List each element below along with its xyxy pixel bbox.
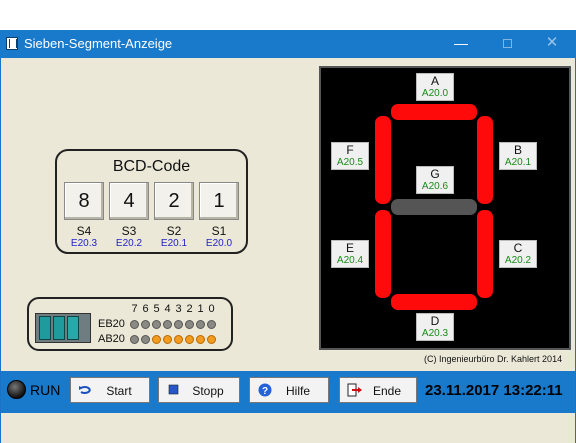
output-led [152, 335, 161, 344]
copyright-notice: (C) Ingenieurbüro Dr. Kahlert 2014 [424, 354, 563, 364]
output-led [141, 335, 150, 344]
bcd-address-s2: E20.1 [160, 238, 188, 249]
bcd-button-s2[interactable]: 2 [154, 182, 194, 220]
segment-address: A20.1 [504, 157, 532, 168]
input-led [196, 320, 205, 329]
input-led [207, 320, 216, 329]
stop-label: Stopp [192, 384, 224, 398]
segment-letter: B [513, 143, 522, 157]
start-button[interactable]: Start [70, 377, 150, 403]
plc-module-2 [53, 316, 65, 340]
close-icon[interactable]: ✕ [542, 34, 562, 52]
datetime-display: 23.11.2017 13:22:11 [425, 382, 563, 399]
stop-button[interactable]: Stopp [158, 377, 240, 403]
bcd-title: BCD-Code [112, 158, 191, 175]
run-led-icon [7, 380, 26, 399]
bcd-button-s3[interactable]: 4 [109, 182, 149, 220]
bcd-address-s1: E20.0 [205, 238, 233, 249]
seven-segment-display: A A20.0 B A20.1 C A20.2 D A20.3 E A20.4 F A20.… [319, 66, 571, 350]
bit-number: 4 [164, 303, 171, 315]
bit-number: 0 [208, 303, 215, 315]
segment-f [375, 116, 391, 204]
bcd-panel: BCD-Code 8 S4 E20.3 4 S3 E20.2 2 S2 E20.… [55, 149, 248, 254]
output-led [163, 335, 172, 344]
start-label: Start [106, 384, 132, 398]
segment-address: A20.5 [336, 157, 364, 168]
segment-label-a: A A20.0 [416, 73, 454, 101]
segment-label-e: E A20.4 [331, 240, 369, 268]
bcd-address-s4: E20.3 [70, 238, 98, 249]
plc-io-panel: 76543210 EB20 AB20 [27, 297, 233, 351]
output-led [196, 335, 205, 344]
exit-button[interactable]: Ende [339, 377, 417, 403]
segment-c [477, 210, 493, 298]
segment-address: A20.4 [336, 255, 364, 266]
title-bar[interactable]: Sieben-Segment-Anzeige — ✕ [0, 30, 576, 58]
exit-label: Ende [372, 384, 402, 398]
segment-a [391, 104, 477, 120]
segment-address: A20.0 [421, 88, 449, 99]
output-byte-label: AB20 [98, 333, 125, 345]
bit-number: 5 [153, 303, 160, 315]
segment-label-b: B A20.1 [499, 142, 537, 170]
bcd-label-s2: S2 [166, 224, 182, 238]
segment-letter: D [430, 314, 440, 328]
segment-address: A20.2 [504, 255, 532, 266]
input-led [163, 320, 172, 329]
minimize-icon[interactable]: — [451, 34, 471, 52]
segment-letter: A [430, 74, 439, 88]
segment-address: A20.3 [421, 328, 449, 339]
run-status-label: RUN [30, 382, 61, 398]
bit-number: 6 [142, 303, 149, 315]
bit-number-row: 76543210 [129, 303, 217, 315]
bcd-label-s4: S4 [76, 224, 92, 238]
window-title: Sieben-Segment-Anzeige [24, 36, 173, 51]
window-bottom [1, 413, 575, 443]
input-led [152, 320, 161, 329]
segment-letter: E [345, 241, 354, 255]
segment-g [391, 199, 477, 215]
segment-label-f: F A20.5 [331, 142, 369, 170]
bit-number: 2 [186, 303, 193, 315]
help-label: Hilfe [285, 384, 310, 398]
plc-module-1 [39, 316, 51, 340]
bcd-address-s3: E20.2 [115, 238, 143, 249]
input-led [174, 320, 183, 329]
segment-e [375, 210, 391, 298]
segment-letter: C [513, 241, 523, 255]
input-byte-label: EB20 [98, 318, 125, 330]
segment-label-g: G A20.6 [416, 166, 454, 194]
bit-number: 3 [175, 303, 182, 315]
app-icon [6, 37, 18, 50]
bit-number: 1 [197, 303, 204, 315]
bcd-button-s4[interactable]: 8 [64, 182, 104, 220]
bcd-button-s1[interactable]: 1 [199, 182, 239, 220]
segment-label-c: C A20.2 [499, 240, 537, 268]
segment-d [391, 294, 477, 310]
output-led [130, 335, 139, 344]
segment-address: A20.6 [421, 181, 449, 192]
segment-letter: F [346, 143, 354, 157]
bcd-label-s1: S1 [211, 224, 227, 238]
segment-letter: G [430, 167, 440, 181]
plc-module-3 [67, 316, 79, 340]
input-led [141, 320, 150, 329]
input-led [130, 320, 139, 329]
input-led [185, 320, 194, 329]
bit-number: 7 [131, 303, 138, 315]
help-button[interactable]: ? Hilfe [249, 377, 329, 403]
segment-b [477, 116, 493, 204]
output-led [185, 335, 194, 344]
output-led [174, 335, 183, 344]
maximize-icon[interactable] [497, 34, 517, 52]
segment-label-d: D A20.3 [416, 313, 454, 341]
bcd-label-s3: S3 [121, 224, 137, 238]
output-led [207, 335, 216, 344]
plc-device-icon [35, 313, 91, 343]
